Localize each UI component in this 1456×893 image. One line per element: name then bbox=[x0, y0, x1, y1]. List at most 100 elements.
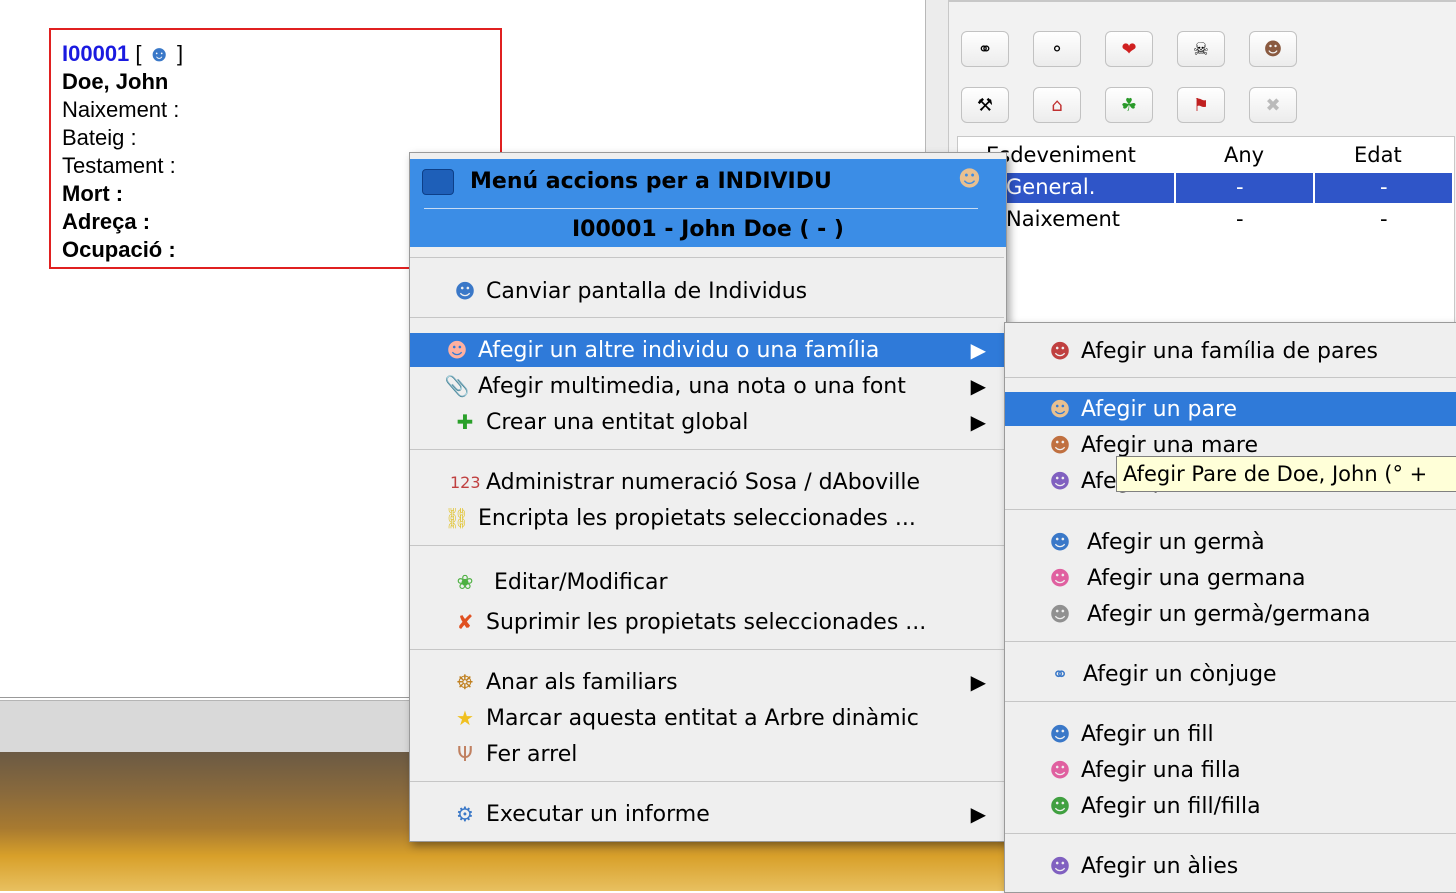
menu-title: Menú accions per a INDIVIDU bbox=[470, 169, 832, 194]
menu-item-label: Afegir un cònjuge bbox=[1083, 661, 1277, 687]
menu-separator bbox=[410, 545, 1004, 546]
menu-item-create-global[interactable]: ✚ Crear una entitat global ▶ bbox=[410, 405, 1004, 439]
menu-item-encrypt[interactable]: ⛓ Encripta les propietats seleccionades … bbox=[410, 501, 1004, 535]
report-icon: ⚙ bbox=[456, 802, 474, 826]
add-individual-icon: ☻ bbox=[446, 338, 468, 362]
menu-item-label: Afegir multimedia, una nota o una font bbox=[478, 373, 906, 399]
menu-item-label: Crear una entitat global bbox=[486, 409, 749, 435]
bracket: [ bbox=[135, 41, 142, 66]
menu-item-add-individual-family[interactable]: ☻ Afegir un altre individu o una família… bbox=[410, 333, 1004, 367]
menu-item-add-media[interactable]: 📎 Afegir multimedia, una nota o una font… bbox=[410, 369, 1004, 403]
submenu-arrow-icon: ▶ bbox=[970, 670, 986, 694]
plus-icon: ✚ bbox=[456, 410, 474, 434]
event-name: Naixement bbox=[1006, 207, 1121, 231]
menu-item-mark-tree[interactable]: ★ Marcar aquesta entitat a Arbre dinàmic bbox=[410, 701, 1004, 735]
individual-icon: ☻ bbox=[454, 279, 476, 303]
brother-icon: ☻ bbox=[1049, 530, 1071, 554]
submenu-arrow-icon: ▶ bbox=[970, 338, 986, 362]
engagement-icon[interactable]: ❤ bbox=[1105, 31, 1153, 67]
person-icon: ☻ bbox=[147, 41, 171, 66]
menu-app-icon bbox=[422, 169, 454, 195]
son-icon: ☻ bbox=[1049, 722, 1071, 746]
delete-icon: ✘ bbox=[456, 610, 474, 634]
table-row[interactable]: Naixement - - bbox=[966, 205, 1452, 235]
graduation-icon[interactable]: ⚑ bbox=[1177, 87, 1225, 123]
events-table[interactable]: Esdeveniment Any Edat General. - - Naixe… bbox=[957, 136, 1455, 328]
submenu-arrow-icon: ▶ bbox=[970, 374, 986, 398]
column-header-event[interactable]: Esdeveniment bbox=[986, 143, 1136, 167]
key-icon: ⛓ bbox=[444, 506, 470, 530]
death-icon[interactable]: ☠ bbox=[1177, 31, 1225, 67]
menu-item-numbering[interactable]: 123 Administrar numeració Sosa / dAbovil… bbox=[410, 465, 1004, 499]
tree-root-icon: Ψ bbox=[457, 742, 473, 766]
add-family-icon[interactable]: ⚬ bbox=[1033, 31, 1081, 67]
column-header-age[interactable]: Edat bbox=[1354, 143, 1402, 167]
submenu-add-individual[interactable]: ☻ Afegir una família de pares ☻ Afegir u… bbox=[1004, 322, 1456, 893]
menu-item-change-screen[interactable]: ☻ Canviar pantalla de Individus bbox=[410, 274, 1004, 308]
family-icon: ☻ bbox=[1049, 339, 1071, 363]
individual-id-link[interactable]: I00001 bbox=[62, 41, 129, 66]
individual-name: Doe, John bbox=[62, 69, 169, 94]
menu-separator bbox=[410, 257, 1004, 258]
baptism-label: Bateig : bbox=[62, 125, 137, 150]
tooltip: Afegir Pare de Doe, John (° + bbox=[1116, 456, 1456, 492]
menu-subtitle: I00001 - John Doe ( - ) bbox=[572, 217, 844, 242]
residence-icon[interactable]: ⌂ bbox=[1033, 87, 1081, 123]
event-age: - bbox=[1380, 175, 1388, 199]
submenu-item-add-father[interactable]: ☻ Afegir un pare bbox=[1005, 392, 1456, 426]
menu-separator bbox=[1005, 641, 1456, 642]
child-icon: ☻ bbox=[1049, 794, 1071, 818]
submenu-item-add-parents-family[interactable]: ☻ Afegir una família de pares bbox=[1005, 334, 1456, 368]
submenu-item-add-brother[interactable]: ☻ Afegir un germà bbox=[1005, 525, 1456, 559]
submenu-item-add-child[interactable]: ☻ Afegir un fill/filla bbox=[1005, 789, 1456, 823]
column-header-year[interactable]: Any bbox=[1224, 143, 1264, 167]
numbering-icon: 123 bbox=[450, 472, 481, 492]
submenu-item-add-spouse[interactable]: ⚭ Afegir un cònjuge bbox=[1005, 657, 1456, 691]
sprout-icon: ❀ bbox=[456, 570, 474, 594]
menu-item-label: Afegir un fill/filla bbox=[1081, 793, 1261, 819]
submenu-arrow-icon: ▶ bbox=[970, 410, 986, 434]
delete-icon: ✖ bbox=[1249, 87, 1297, 123]
menu-item-label: Executar un informe bbox=[486, 801, 710, 827]
occupation-icon[interactable]: ⚒ bbox=[961, 87, 1009, 123]
will-label: Testament : bbox=[62, 153, 176, 178]
marriage-icon[interactable]: ⚭ bbox=[961, 31, 1009, 67]
menu-item-make-root[interactable]: Ψ Fer arrel bbox=[410, 737, 1004, 771]
menu-item-label: Editar/Modificar bbox=[494, 569, 668, 595]
father-icon: ☻ bbox=[1049, 397, 1071, 421]
menu-item-label: Marcar aquesta entitat a Arbre dinàmic bbox=[486, 705, 919, 731]
submenu-item-add-son[interactable]: ☻ Afegir un fill bbox=[1005, 717, 1456, 751]
menu-item-run-report[interactable]: ⚙ Executar un informe ▶ bbox=[410, 797, 1004, 831]
spouse-icon: ⚭ bbox=[1051, 662, 1069, 686]
header-divider bbox=[424, 208, 978, 209]
submenu-item-add-alias[interactable]: ☻ Afegir un àlies bbox=[1005, 849, 1456, 883]
birth-label: Naixement : bbox=[62, 97, 180, 122]
submenu-item-add-sister[interactable]: ☻ Afegir una germana bbox=[1005, 561, 1456, 595]
menu-item-label: Afegir un pare bbox=[1081, 396, 1238, 422]
mother-icon: ☻ bbox=[1049, 433, 1071, 457]
menu-item-label: Anar als familiars bbox=[486, 669, 678, 695]
emigration-icon[interactable]: ☘ bbox=[1105, 87, 1153, 123]
person-icon: ☻ bbox=[958, 167, 981, 192]
menu-item-label: Afegir una filla bbox=[1081, 757, 1241, 783]
sister-icon: ☻ bbox=[1049, 566, 1071, 590]
submenu-arrow-icon: ▶ bbox=[970, 802, 986, 826]
menu-separator bbox=[1005, 509, 1456, 510]
table-row[interactable]: General. - - bbox=[966, 173, 1452, 203]
menu-separator bbox=[410, 317, 1004, 318]
card-id-line: I00001 [ ☻ ] bbox=[62, 41, 183, 67]
menu-item-go-relatives[interactable]: ☸ Anar als familiars ▶ bbox=[410, 665, 1004, 699]
context-menu[interactable]: Menú accions per a INDIVIDU ☻ I00001 - J… bbox=[409, 152, 1007, 842]
event-year: - bbox=[1236, 175, 1244, 199]
portrait-icon[interactable]: ☻ bbox=[1249, 31, 1297, 67]
daughter-icon: ☻ bbox=[1049, 758, 1071, 782]
menu-separator bbox=[1005, 833, 1456, 834]
alias-icon: ☻ bbox=[1049, 854, 1071, 878]
menu-item-label: Afegir un altre individu o una família bbox=[478, 337, 880, 363]
submenu-item-add-sibling[interactable]: ☻ Afegir un germà/germana bbox=[1005, 597, 1456, 631]
menu-item-edit[interactable]: ❀ Editar/Modificar bbox=[410, 565, 1004, 599]
bracket: ] bbox=[176, 41, 184, 66]
menu-item-delete[interactable]: ✘ Suprimir les propietats seleccionades … bbox=[410, 605, 1004, 639]
submenu-item-add-daughter[interactable]: ☻ Afegir una filla bbox=[1005, 753, 1456, 787]
event-name: General. bbox=[1006, 175, 1096, 199]
